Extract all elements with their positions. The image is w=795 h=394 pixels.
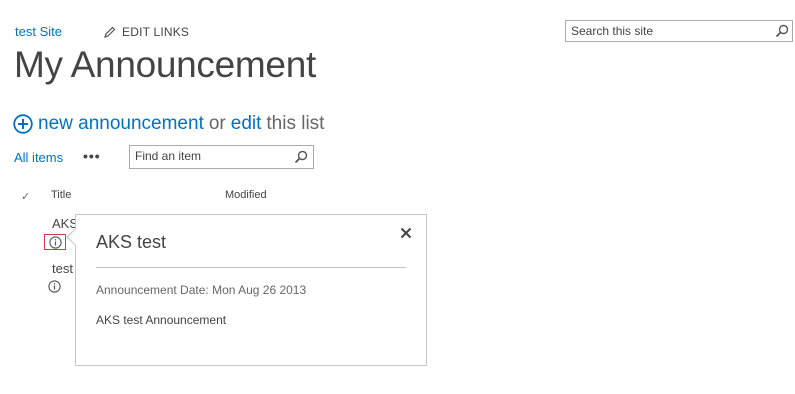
site-link[interactable]: test Site	[15, 24, 62, 39]
edit-links-button[interactable]: EDIT LINKS	[104, 25, 189, 39]
more-views-button[interactable]: •••	[83, 148, 101, 164]
new-announcement-link[interactable]: new announcement	[38, 113, 204, 135]
list-actions: new announcement or edit this list	[13, 113, 324, 135]
this-list-label: this list	[266, 113, 325, 134]
column-header-modified[interactable]: Modified	[225, 189, 267, 201]
pencil-icon	[104, 26, 116, 38]
info-icon	[49, 236, 62, 249]
callout-divider	[96, 267, 406, 268]
list-item-title[interactable]: test	[52, 261, 73, 276]
callout-body-text: AKS test Announcement	[96, 313, 227, 327]
view-all-items[interactable]: All items	[14, 150, 63, 165]
find-item-box	[129, 145, 314, 169]
plus-circle-icon[interactable]	[13, 114, 33, 134]
close-icon[interactable]	[399, 226, 413, 240]
callout-pointer-fill	[68, 229, 76, 245]
callout-title: AKS test	[96, 232, 167, 252]
edit-list-link[interactable]: edit	[231, 113, 262, 135]
search-icon[interactable]	[294, 150, 308, 164]
edit-links-label: EDIT LINKS	[122, 25, 190, 39]
callout-announcement-date: Announcement Date: Mon Aug 26 2013	[96, 283, 307, 297]
site-search-input[interactable]	[566, 21, 776, 41]
or-label: or	[208, 113, 226, 134]
site-search-box	[565, 20, 793, 42]
item-callout: AKS test Announcement Date: Mon Aug 26 2…	[75, 214, 427, 366]
search-icon[interactable]	[775, 24, 789, 38]
info-icon	[48, 280, 61, 293]
column-header-title[interactable]: Title	[51, 189, 71, 201]
open-menu-button[interactable]	[44, 279, 66, 295]
page-title: My Announcement	[14, 44, 316, 85]
select-all-checkmark[interactable]: ✓	[21, 190, 30, 203]
open-menu-button[interactable]	[44, 234, 66, 250]
find-item-input[interactable]	[130, 146, 300, 166]
